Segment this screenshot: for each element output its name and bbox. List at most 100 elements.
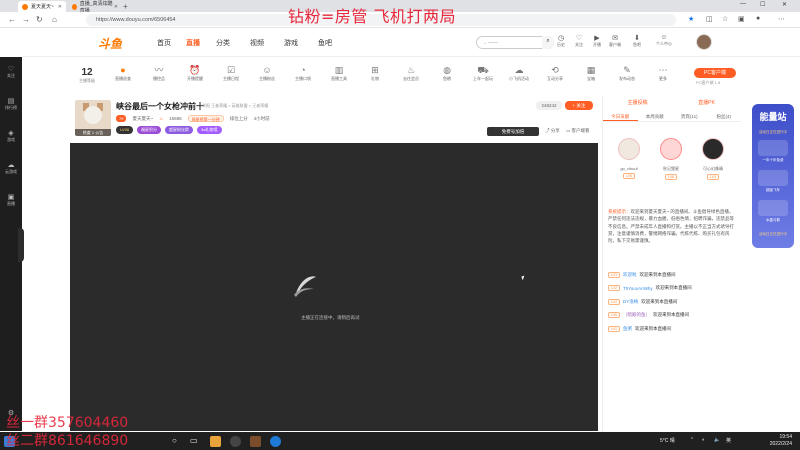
ime-icon[interactable]: 英 [726,437,731,444]
header-history[interactable]: ◷ 历史 [552,34,570,48]
energy-station-promo[interactable]: 能量站 活动日正在进行中 一年十年免费 超级飞车 水晶弓箭 活动日正在进行中 [752,104,794,248]
nav-home[interactable]: 首页 [157,38,171,48]
tab-week[interactable]: 本周贡献 [638,112,673,121]
anchor-level[interactable]: 12 主播等级 [74,67,100,84]
chat-nickname[interactable]: 欢迎啦 [623,272,637,278]
tool-chest[interactable]: ▦ 宝箱 [576,64,606,82]
header-live[interactable]: ▶ 开播 [588,34,606,48]
tray-up-icon[interactable]: ⌃ [690,437,694,443]
sidebar-item-follow[interactable]: ♡ 关注 [0,65,22,79]
anchor-avatar[interactable]: 热度 1 公告 [75,100,111,136]
promo-item[interactable] [758,170,788,186]
sidebar-item-cloud-game[interactable]: ☁ 云游戏 [0,161,22,175]
bookmark-star-icon[interactable]: ★ [688,15,694,23]
app-icon[interactable] [210,436,221,447]
minimize-icon[interactable]: — [740,1,746,7]
tab-fans[interactable]: 粉丝(4) [707,112,742,121]
tool-food[interactable]: ◍ 鱼粮 [432,64,462,82]
nav-video[interactable]: 视频 [250,38,264,48]
edge-icon[interactable] [270,436,281,447]
header-fishbar[interactable]: ⬇ 鱼吧 [628,34,646,48]
tool-fans[interactable]: ☺ 主播粉丝 [252,64,282,82]
overlay-group-2: 丝二群861646890 [6,433,129,449]
collections-icon[interactable]: ▣ [738,15,745,23]
tool-plane[interactable]: ☁ 小飞机活动 [504,64,534,82]
video-player[interactable]: 主播正在连接中，请稍后再试 [70,143,598,431]
sidebar-collapse-handle[interactable] [18,228,24,262]
window-close-icon[interactable]: ✕ [782,1,787,8]
rank-avatar [618,138,640,160]
tab-vip[interactable]: 贵宾(11) [672,112,707,121]
refresh-icon[interactable]: ↻ [36,15,43,24]
share-button[interactable]: ⤴ 分享 [545,128,560,134]
live-pk-link[interactable]: 直播PK [672,96,741,110]
tool-more[interactable]: ⋯ 更多 [648,64,678,82]
header-client[interactable]: ✉ 客户端 [606,34,624,48]
network-icon[interactable]: ◐ [702,437,705,443]
badge-gift-wall[interactable]: 3a礼物墙 [197,126,222,134]
task-view-icon[interactable]: ▭ [190,436,201,447]
tool-remind[interactable]: ⏰ 开播提醒 [180,64,210,82]
header-user-center[interactable]: ☺ 个人中心 [650,34,678,47]
douyu-logo[interactable]: 斗鱼 [98,35,122,52]
client-watch-button[interactable]: ▭ 客户端看 [566,128,590,134]
forward-icon[interactable]: → [22,15,30,24]
week-star-tag[interactable]: 周星榜第一分钟 [187,115,224,122]
nav-live[interactable]: 直播 [186,38,200,48]
taskbar-clock[interactable]: 19:54 2022/2/24 [752,434,792,448]
chat-nickname[interactable]: ThYouxAnWhy [623,286,653,291]
double-points-button[interactable]: 免费号加倍 [487,127,539,136]
nav-fishbar[interactable]: 鱼吧 [318,38,332,48]
search-icon[interactable]: ○ [172,436,183,447]
maximize-icon[interactable]: ☐ [760,1,765,8]
tool-schedule[interactable]: ☑ 主播日程 [216,64,246,82]
tool-gift[interactable]: ⊞ 礼物 [360,64,390,82]
browser-tab-active[interactable]: 夏天夏天~ ✕ [18,1,66,12]
sidebar-item-rank[interactable]: ▤ 排行榜 [0,97,22,111]
stream-category-breadcrumb[interactable]: 举报 王者荣耀 > 英雄联盟 > 王者荣耀 [202,103,268,109]
app-icon[interactable] [230,436,241,447]
promo-item[interactable] [758,140,788,156]
new-tab-icon[interactable]: + [123,2,128,11]
badge-lucky[interactable]: 福星积分 [137,126,162,134]
browser-tab[interactable]: 直播_高清炫酷直播 ✕ [68,1,122,14]
tool-broadcast[interactable]: 〰播控品 [144,64,174,82]
back-icon[interactable]: ← [8,15,16,24]
sidebar-item-game[interactable]: ◈ 游戏 [0,129,22,143]
tool-post[interactable]: ✎ 发布动态 [612,64,642,82]
header-follow[interactable]: ♡ 关注 [570,34,588,48]
nav-game[interactable]: 游戏 [284,38,298,48]
rank-item[interactable]: go_vihuuf LV5 [609,138,649,179]
anchor-name[interactable]: 夏天夏天~ [132,116,153,122]
tool-carpool[interactable]: ⛟ 上车一起玩 [468,64,498,82]
follow-button[interactable]: + 关注 [565,101,593,110]
volume-icon[interactable]: 🔈 [714,437,720,443]
badge-fans-group[interactable]: 超星粉丝群 [165,126,194,134]
rank-item[interactable]: 可心幻像晴 LV3 [693,138,733,180]
rank-item[interactable]: 秋记狸星 LV6 [651,138,691,180]
favorites-icon[interactable]: ☆ [722,15,728,23]
tab-close-icon[interactable]: ✕ [58,4,62,10]
sidebar-item-live[interactable]: ▣ 直播 [0,193,22,207]
tool-member[interactable]: ♨ 去往会员 [396,64,426,82]
tool-patrol[interactable]: ● 直播巡查 [108,64,138,82]
tab-close-icon[interactable]: ✕ [114,4,118,10]
chat-nickname[interactable]: DY洛梅 [623,299,638,305]
split-screen-icon[interactable]: ◫ [706,15,713,23]
pc-client-button[interactable]: PC客户端 [694,68,736,78]
badge-level[interactable]: LV06 [116,126,134,134]
tool-pocket[interactable]: ◔ 主播口袋 [288,64,318,82]
nav-category[interactable]: 分类 [216,38,230,48]
tool-share[interactable]: ⟲ 互动分享 [540,64,570,82]
tab-today[interactable]: 今日贡献 [603,112,638,121]
home-icon[interactable]: ⌂ [52,15,57,24]
user-avatar[interactable] [696,34,712,50]
tool-tools[interactable]: ▥ 直播工具 [324,64,354,82]
promo-item[interactable] [758,200,788,216]
more-menu-icon[interactable]: ⋯ [778,15,785,23]
app-icon[interactable] [250,436,261,447]
profile-icon[interactable]: ● [756,15,760,22]
chat-nickname[interactable]: （暗殿的鱼） [623,312,650,318]
chat-nickname[interactable]: 鱼粥 [623,326,632,332]
anchor-post-link[interactable]: 主播投稿 [603,96,672,110]
